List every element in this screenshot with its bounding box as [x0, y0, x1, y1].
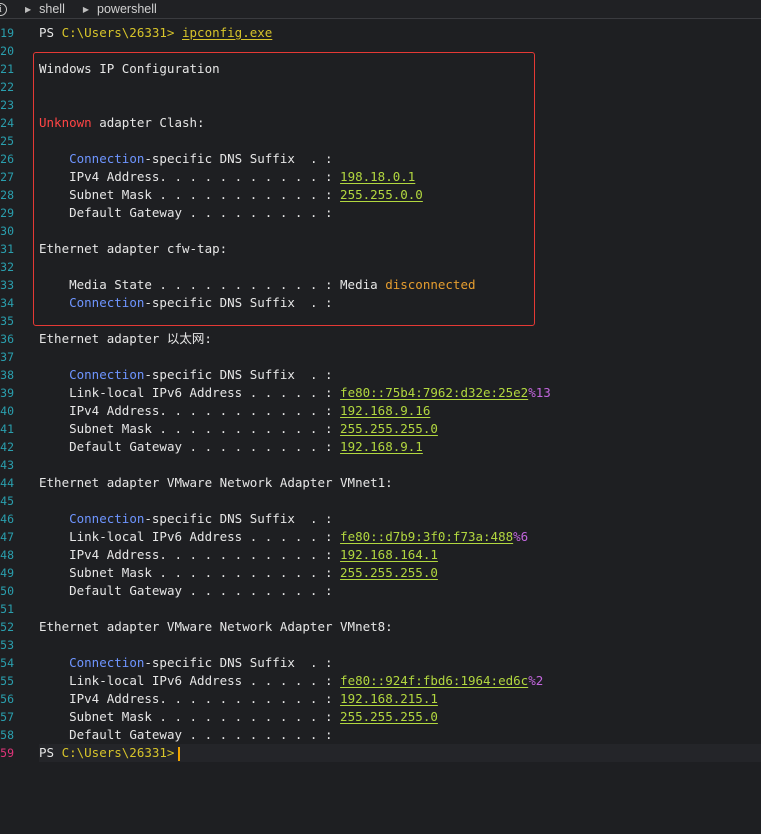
vm8-gateway: Default Gateway . . . . . . . . . : — [69, 727, 333, 742]
adapter-heading-clash: Unknown adapter Clash: — [39, 115, 205, 130]
vm1-ipv4: IPv4 Address. . . . . . . . . . . : 192.… — [69, 547, 438, 562]
line-number: 54 — [0, 656, 14, 670]
clash-ipv4: IPv4 Address. . . . . . . . . . . : 198.… — [69, 169, 416, 184]
cfw-dns-suffix: Connection-specific DNS Suffix . : — [69, 295, 333, 310]
line-number: 51 — [0, 602, 14, 616]
line-number: 20 — [0, 44, 14, 58]
line-number: 35 — [0, 314, 14, 328]
line-number: 52 — [0, 620, 14, 634]
line-number: 25 — [0, 134, 14, 148]
adapter-heading-vmnet8: Ethernet adapter VMware Network Adapter … — [39, 619, 393, 634]
line-number: 55 — [0, 674, 14, 688]
cfw-media-state: Media State . . . . . . . . . . . : Medi… — [69, 277, 476, 292]
line-number: 34 — [0, 296, 14, 310]
line-number: 37 — [0, 350, 14, 364]
line-number: 31 — [0, 242, 14, 256]
clash-dns-suffix: Connection-specific DNS Suffix . : — [69, 151, 333, 166]
prompt-path: C:\Users\26331> — [61, 25, 175, 40]
line-number: 57 — [0, 710, 14, 724]
chevron-right-icon: ▶ — [82, 4, 90, 14]
line-number: 33 — [0, 278, 14, 292]
line-number: 23 — [0, 98, 14, 112]
line-number: 26 — [0, 152, 14, 166]
vm1-link-local: Link-local IPv6 Address . . . . . : fe80… — [69, 529, 529, 544]
line-number: 30 — [0, 224, 14, 238]
line-number: 41 — [0, 422, 14, 436]
active-prompt-line[interactable]: PS C:\Users\26331> — [39, 744, 761, 762]
line-number: 46 — [0, 512, 14, 526]
line-number: 36 — [0, 332, 14, 346]
line-number: 21 — [0, 62, 14, 76]
command-text: ipconfig.exe — [182, 25, 273, 40]
output-header: Windows IP Configuration — [39, 61, 220, 76]
line-number: 39 — [0, 386, 14, 400]
text-cursor — [178, 746, 181, 761]
line-number: 48 — [0, 548, 14, 562]
eth-link-local: Link-local IPv6 Address . . . . . : fe80… — [69, 385, 551, 400]
line-number: 43 — [0, 458, 14, 472]
breadcrumb-item-shell[interactable]: shell — [39, 2, 65, 16]
line-number: 59 — [0, 746, 14, 760]
line-number: 53 — [0, 638, 14, 652]
vm8-link-local: Link-local IPv6 Address . . . . . : fe80… — [69, 673, 544, 688]
line-number: 45 — [0, 494, 14, 508]
vm8-dns-suffix: Connection-specific DNS Suffix . : — [69, 655, 333, 670]
line-number: 29 — [0, 206, 14, 220]
line-number: 58 — [0, 728, 14, 742]
line-number: 42 — [0, 440, 14, 454]
line-number: 38 — [0, 368, 14, 382]
line-number: 44 — [0, 476, 14, 490]
vm8-mask: Subnet Mask . . . . . . . . . . . : 255.… — [69, 709, 438, 724]
eth-dns-suffix: Connection-specific DNS Suffix . : — [69, 367, 333, 382]
vm1-mask: Subnet Mask . . . . . . . . . . . : 255.… — [69, 565, 438, 580]
vm1-gateway: Default Gateway . . . . . . . . . : — [69, 583, 333, 598]
line-number: 27 — [0, 170, 14, 184]
clash-gateway: Default Gateway . . . . . . . . . : — [69, 205, 333, 220]
line-number: 49 — [0, 566, 14, 580]
adapter-heading-vmnet1: Ethernet adapter VMware Network Adapter … — [39, 475, 393, 490]
prompt-ps: PS — [39, 25, 62, 40]
clash-mask: Subnet Mask . . . . . . . . . . . : 255.… — [69, 187, 423, 202]
breadcrumb-item-powershell[interactable]: powershell — [97, 2, 157, 16]
line-number: 47 — [0, 530, 14, 544]
chevron-right-icon: ▶ — [25, 4, 32, 14]
line-number-gutter: 19 20 21 22 23 24 25 26 27 28 29 30 31 32 33 34 35 36 37 38… — [0, 24, 14, 762]
eth-gateway: Default Gateway . . . . . . . . . : 192.… — [69, 439, 423, 454]
info-icon[interactable]: i — [0, 2, 7, 16]
line-number: 32 — [0, 260, 14, 274]
breadcrumb-bar: i ▶ shell ▶ powershell — [0, 0, 761, 19]
line-number: 40 — [0, 404, 14, 418]
line-number: 28 — [0, 188, 14, 202]
line-number: 56 — [0, 692, 14, 706]
adapter-heading-ethernet: Ethernet adapter 以太网: — [39, 331, 212, 346]
vm8-ipv4: IPv4 Address. . . . . . . . . . . : 192.… — [69, 691, 438, 706]
terminal-output[interactable]: PS C:\Users\26331> ipconfig.exe Windows … — [39, 24, 761, 762]
line-number: 24 — [0, 116, 14, 130]
prompt-line: PS C:\Users\26331> ipconfig.exe — [39, 24, 761, 42]
vm1-dns-suffix: Connection-specific DNS Suffix . : — [69, 511, 333, 526]
adapter-heading-cfw: Ethernet adapter cfw-tap: — [39, 241, 228, 256]
line-number: 22 — [0, 80, 14, 94]
line-number: 19 — [0, 26, 14, 40]
eth-mask: Subnet Mask . . . . . . . . . . . : 255.… — [69, 421, 438, 436]
eth-ipv4: IPv4 Address. . . . . . . . . . . : 192.… — [69, 403, 431, 418]
line-number: 50 — [0, 584, 14, 598]
